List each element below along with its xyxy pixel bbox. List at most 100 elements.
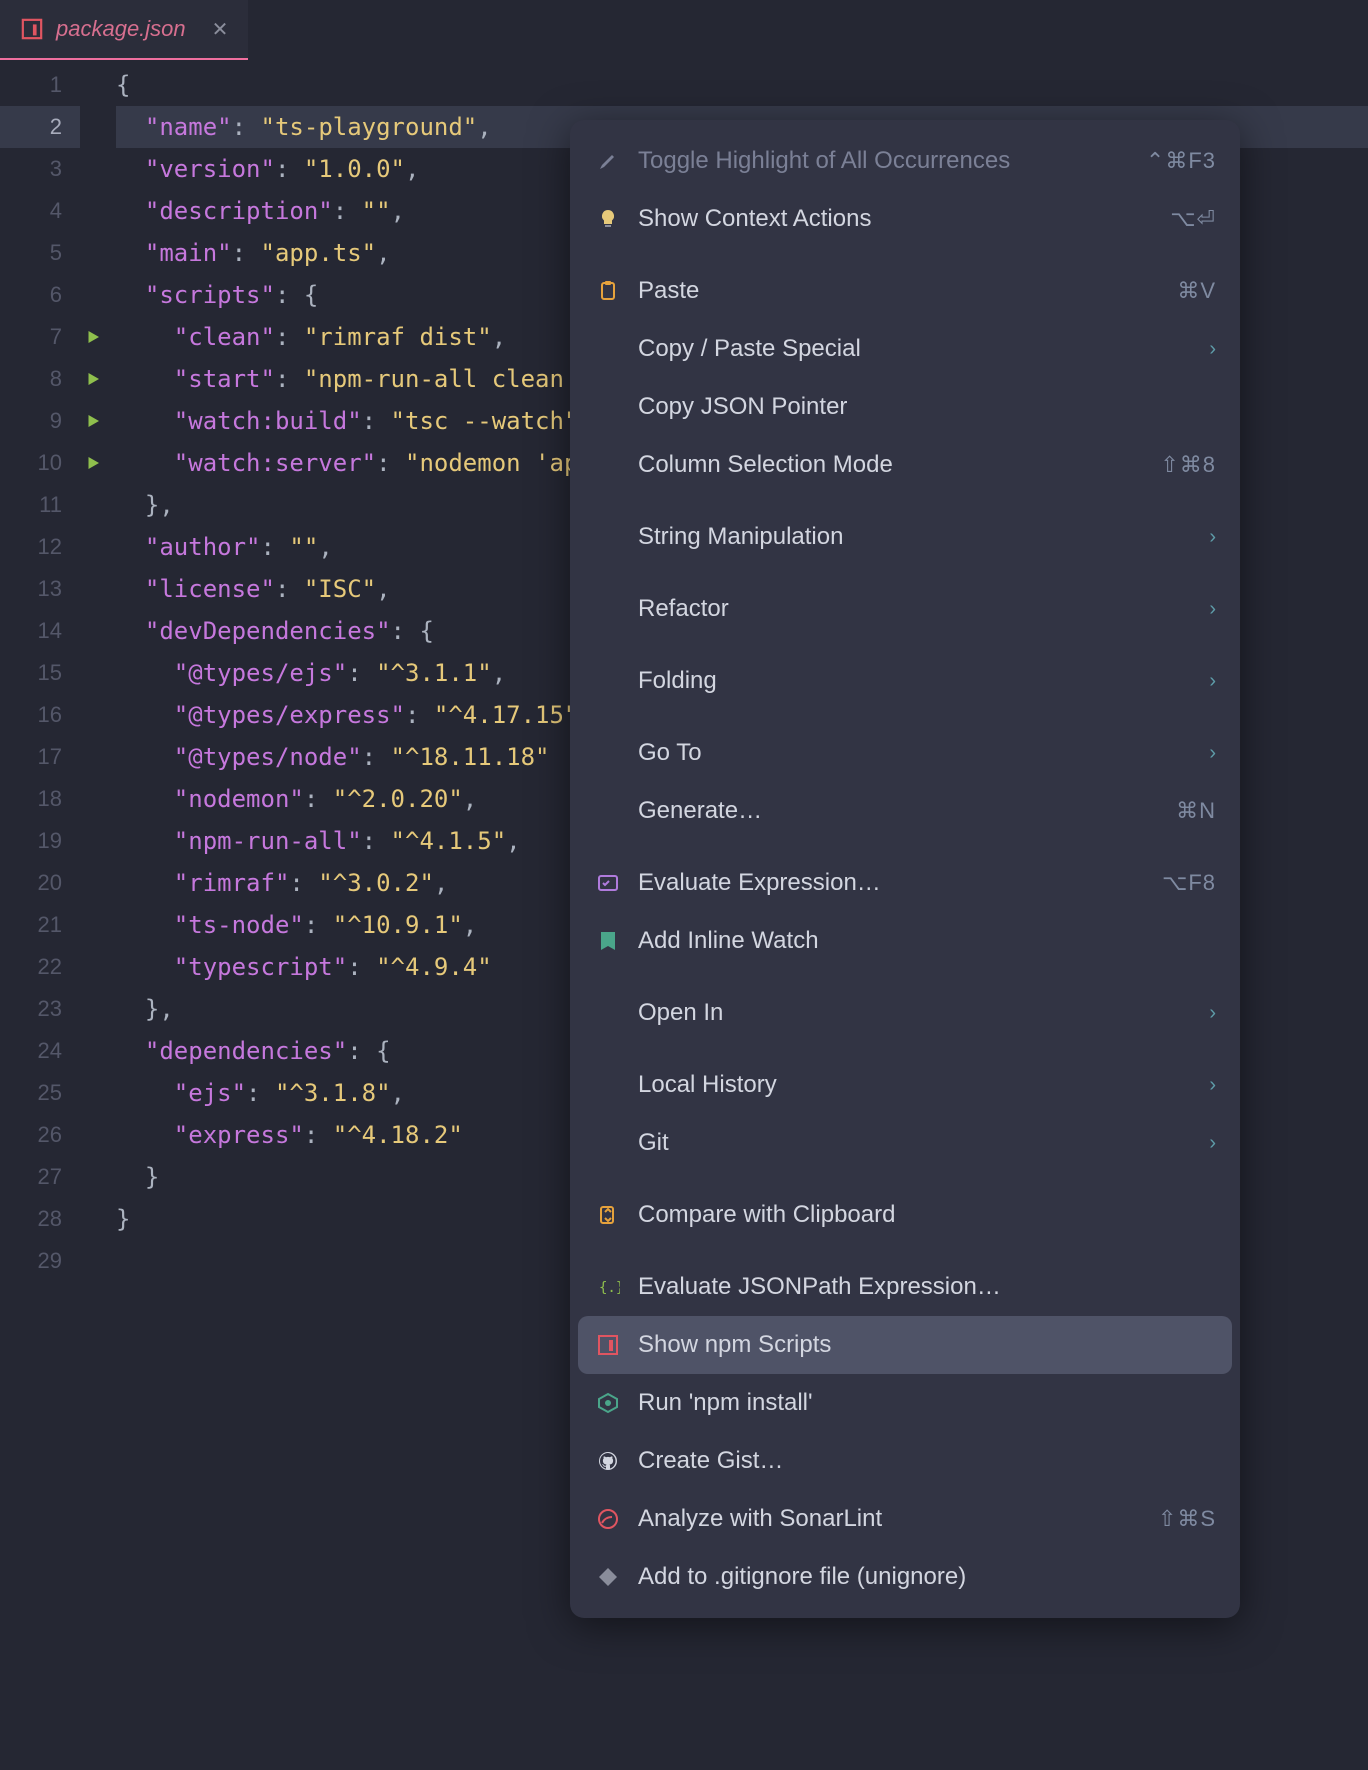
menu-item-label: Evaluate Expression…	[638, 869, 1146, 897]
menu-item-label: Analyze with SonarLint	[638, 1505, 1142, 1533]
menu-item-add-inline-watch[interactable]: Add Inline Watch	[570, 912, 1240, 970]
menu-separator	[570, 1042, 1240, 1056]
menu-item-toggle-highlight-of-all-occurrences[interactable]: Toggle Highlight of All Occurrences ⌃⌘F3	[570, 132, 1240, 190]
menu-item-refactor[interactable]: Refactor ›	[570, 580, 1240, 638]
menu-item-copy-json-pointer[interactable]: Copy JSON Pointer	[570, 378, 1240, 436]
clipboard-icon	[594, 279, 622, 303]
menu-item-label: Add to .gitignore file (unignore)	[638, 1563, 1216, 1591]
eval-icon	[594, 871, 622, 895]
npm-icon	[594, 1333, 622, 1357]
svg-text:{.}: {.}	[599, 1280, 620, 1296]
line-number: 1	[0, 64, 80, 106]
menu-item-copy-paste-special[interactable]: Copy / Paste Special ›	[570, 320, 1240, 378]
menu-item-label: Local History	[638, 1071, 1193, 1099]
submenu-arrow-icon: ›	[1209, 338, 1216, 361]
menu-item-label: Toggle Highlight of All Occurrences	[638, 147, 1130, 175]
menu-separator	[570, 970, 1240, 984]
menu-item-label: Folding	[638, 667, 1193, 695]
submenu-arrow-icon: ›	[1209, 1002, 1216, 1025]
jsonpath-icon: {.}	[594, 1275, 622, 1299]
menu-item-analyze-with-sonarlint[interactable]: Analyze with SonarLint ⇧⌘S	[570, 1490, 1240, 1548]
sonar-icon	[594, 1507, 622, 1531]
menu-item-paste[interactable]: Paste⌘V	[570, 262, 1240, 320]
menu-item-open-in[interactable]: Open In›	[570, 984, 1240, 1042]
menu-item-label: Create Gist…	[638, 1447, 1216, 1475]
line-number: 25	[0, 1072, 80, 1114]
menu-shortcut: ⌃⌘F3	[1146, 148, 1216, 174]
menu-item-string-manipulation[interactable]: String Manipulation ›	[570, 508, 1240, 566]
run-gutter-icon[interactable]	[84, 370, 102, 388]
tab-bar: package.json ✕	[0, 0, 1368, 60]
run-gutter-icon[interactable]	[84, 454, 102, 472]
line-number: 26	[0, 1114, 80, 1156]
menu-separator	[570, 1172, 1240, 1186]
compare-icon	[594, 1203, 622, 1227]
run-gutter-icon[interactable]	[84, 328, 102, 346]
submenu-arrow-icon: ›	[1209, 598, 1216, 621]
menu-shortcut: ⌘N	[1176, 798, 1216, 824]
menu-separator	[570, 840, 1240, 854]
menu-shortcut: ⌥F8	[1162, 870, 1216, 896]
menu-separator	[570, 1244, 1240, 1258]
tab-filename: package.json	[56, 16, 186, 42]
menu-item-run-npm-install[interactable]: Run 'npm install'	[570, 1374, 1240, 1432]
menu-item-git[interactable]: Git ›	[570, 1114, 1240, 1172]
line-number: 28	[0, 1198, 80, 1240]
editor-tab[interactable]: package.json ✕	[0, 0, 248, 60]
menu-item-label: String Manipulation	[638, 523, 1193, 551]
line-number: 14	[0, 610, 80, 652]
menu-item-label: Add Inline Watch	[638, 927, 1216, 955]
watch-icon	[594, 929, 622, 953]
line-number: 23	[0, 988, 80, 1030]
menu-separator	[570, 248, 1240, 262]
line-number: 3	[0, 148, 80, 190]
menu-item-label: Copy JSON Pointer	[638, 393, 1216, 421]
menu-item-evaluate-expression[interactable]: Evaluate Expression… ⌥F8	[570, 854, 1240, 912]
npm-file-icon	[20, 17, 44, 41]
menu-item-label: Column Selection Mode	[638, 451, 1144, 479]
menu-separator	[570, 494, 1240, 508]
line-number: 29	[0, 1240, 80, 1282]
menu-item-label: Generate…	[638, 797, 1160, 825]
menu-shortcut: ⌥⏎	[1170, 206, 1216, 232]
menu-item-evaluate-jsonpath-expression[interactable]: {.} Evaluate JSONPath Expression…	[570, 1258, 1240, 1316]
submenu-arrow-icon: ›	[1209, 1074, 1216, 1097]
menu-item-label: Run 'npm install'	[638, 1389, 1216, 1417]
menu-item-local-history[interactable]: Local History ›	[570, 1056, 1240, 1114]
menu-item-column-selection-mode[interactable]: Column Selection Mode ⇧⌘8	[570, 436, 1240, 494]
line-number: 27	[0, 1156, 80, 1198]
menu-shortcut: ⌘V	[1177, 278, 1216, 304]
menu-item-show-context-actions[interactable]: Show Context Actions⌥⏎	[570, 190, 1240, 248]
menu-separator	[570, 638, 1240, 652]
menu-item-label: Copy / Paste Special	[638, 335, 1193, 363]
menu-item-label: Git	[638, 1129, 1193, 1157]
line-number: 20	[0, 862, 80, 904]
menu-shortcut: ⇧⌘S	[1158, 1506, 1216, 1532]
menu-item-label: Refactor	[638, 595, 1193, 623]
submenu-arrow-icon: ›	[1209, 526, 1216, 549]
close-tab-icon[interactable]: ✕	[212, 17, 229, 42]
line-number: 22	[0, 946, 80, 988]
line-number: 16	[0, 694, 80, 736]
menu-separator	[570, 566, 1240, 580]
menu-item-label: Go To	[638, 739, 1193, 767]
line-number: 18	[0, 778, 80, 820]
line-number: 8	[0, 358, 80, 400]
menu-item-label: Compare with Clipboard	[638, 1201, 1216, 1229]
submenu-arrow-icon: ›	[1209, 670, 1216, 693]
code-line[interactable]: {	[116, 64, 1368, 106]
menu-item-add-to-gitignore-file-unignore[interactable]: Add to .gitignore file (unignore)	[570, 1548, 1240, 1606]
menu-item-folding[interactable]: Folding ›	[570, 652, 1240, 710]
line-number: 24	[0, 1030, 80, 1072]
menu-item-go-to[interactable]: Go To›	[570, 724, 1240, 782]
menu-shortcut: ⇧⌘8	[1160, 452, 1216, 478]
menu-item-generate[interactable]: Generate… ⌘N	[570, 782, 1240, 840]
menu-item-label: Evaluate JSONPath Expression…	[638, 1273, 1216, 1301]
line-number: 15	[0, 652, 80, 694]
menu-item-create-gist[interactable]: Create Gist…	[570, 1432, 1240, 1490]
menu-item-show-npm-scripts[interactable]: Show npm Scripts	[578, 1316, 1232, 1374]
submenu-arrow-icon: ›	[1209, 1132, 1216, 1155]
line-number: 9	[0, 400, 80, 442]
run-gutter-icon[interactable]	[84, 412, 102, 430]
menu-item-compare-with-clipboard[interactable]: Compare with Clipboard	[570, 1186, 1240, 1244]
